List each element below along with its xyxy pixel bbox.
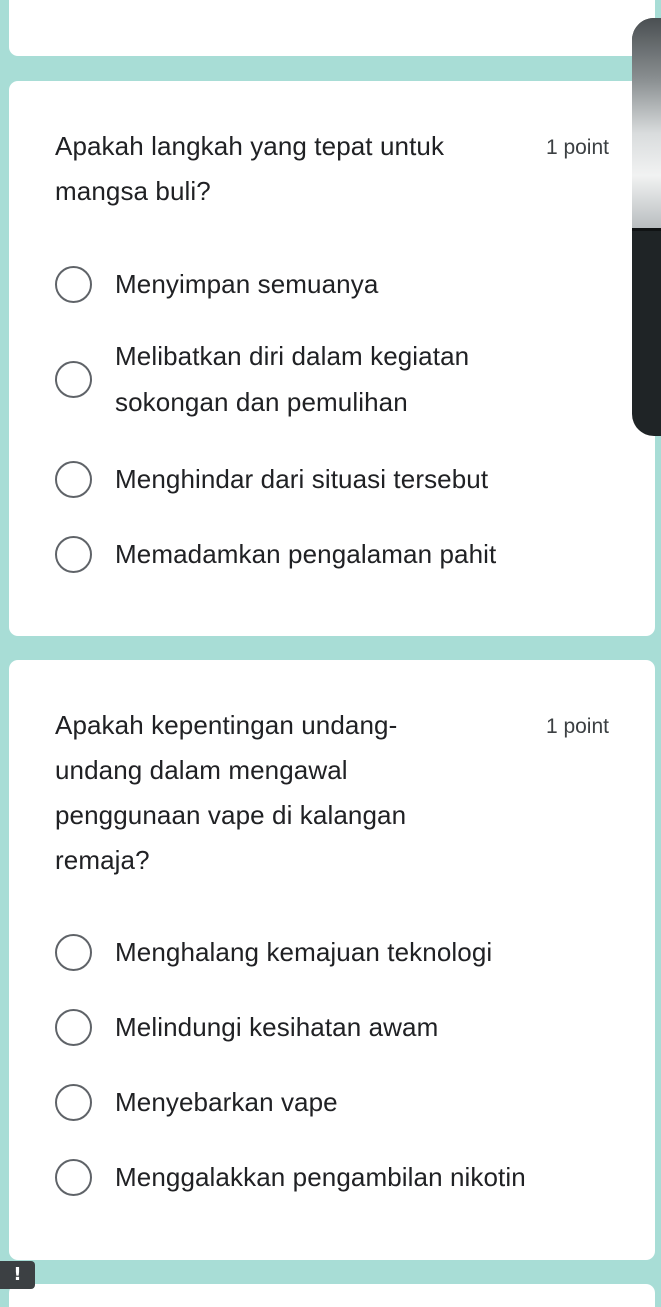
option-label: Menghindar dari situasi tersebut: [115, 464, 489, 494]
option-radio[interactable]: Menghindar dari situasi tersebut: [55, 456, 635, 502]
radio-button-icon[interactable]: [55, 1083, 92, 1121]
next-question-card: [9, 1284, 655, 1307]
floating-media-thumbnail[interactable]: [632, 18, 661, 436]
option-label: Melindungi kesihatan awam: [115, 1012, 439, 1042]
question-title: Apakah langkah yang tepat untuk mangsa b…: [55, 131, 445, 206]
option-radio[interactable]: Menyimpan semuanya: [55, 261, 635, 307]
option-label: Menghalang kemajuan teknologi: [115, 937, 493, 967]
question-card-2: Apakah kepentingan undang-undang dalam m…: [9, 660, 655, 1260]
option-radio[interactable]: Memadamkan pengalaman pahit: [55, 531, 635, 577]
option-radio[interactable]: Melindungi kesihatan awam: [55, 1004, 635, 1050]
question-card-1: Apakah langkah yang tepat untuk mangsa b…: [9, 81, 655, 636]
previous-question-card: [9, 0, 655, 56]
option-label: Menggalakkan pengambilan nikotin: [115, 1162, 526, 1192]
radio-button-icon[interactable]: [55, 460, 92, 498]
option-radio[interactable]: Melibatkan diri dalam kegiatan sokongan …: [55, 333, 635, 425]
option-radio[interactable]: Menghalang kemajuan teknologi: [55, 929, 635, 975]
question-points: 1 point: [545, 715, 609, 738]
exclamation-icon: !: [13, 1264, 22, 1285]
option-label: Menyimpan semuanya: [115, 269, 379, 299]
media-divider: [632, 228, 661, 231]
radio-button-icon[interactable]: [55, 535, 92, 573]
radio-button-icon[interactable]: [55, 933, 92, 971]
question-title: Apakah kepentingan undang-undang dalam m…: [55, 710, 407, 875]
option-label: Melibatkan diri dalam kegiatan sokongan …: [115, 341, 470, 417]
radio-button-icon[interactable]: [55, 1158, 92, 1196]
radio-button-icon[interactable]: [55, 360, 92, 398]
radio-button-icon[interactable]: [55, 265, 92, 303]
media-preview-image: [632, 18, 661, 228]
question-header: Apakah kepentingan undang-undang dalam m…: [55, 710, 609, 883]
alert-badge[interactable]: !: [0, 1261, 35, 1289]
option-label: Memadamkan pengalaman pahit: [115, 539, 497, 569]
radio-button-icon[interactable]: [55, 1008, 92, 1046]
option-label: Menyebarkan vape: [115, 1087, 338, 1117]
option-radio[interactable]: Menyebarkan vape: [55, 1079, 635, 1125]
question-points: 1 point: [545, 136, 609, 159]
option-radio[interactable]: Menggalakkan pengambilan nikotin: [55, 1154, 635, 1200]
question-header: Apakah langkah yang tepat untuk mangsa b…: [55, 131, 609, 214]
